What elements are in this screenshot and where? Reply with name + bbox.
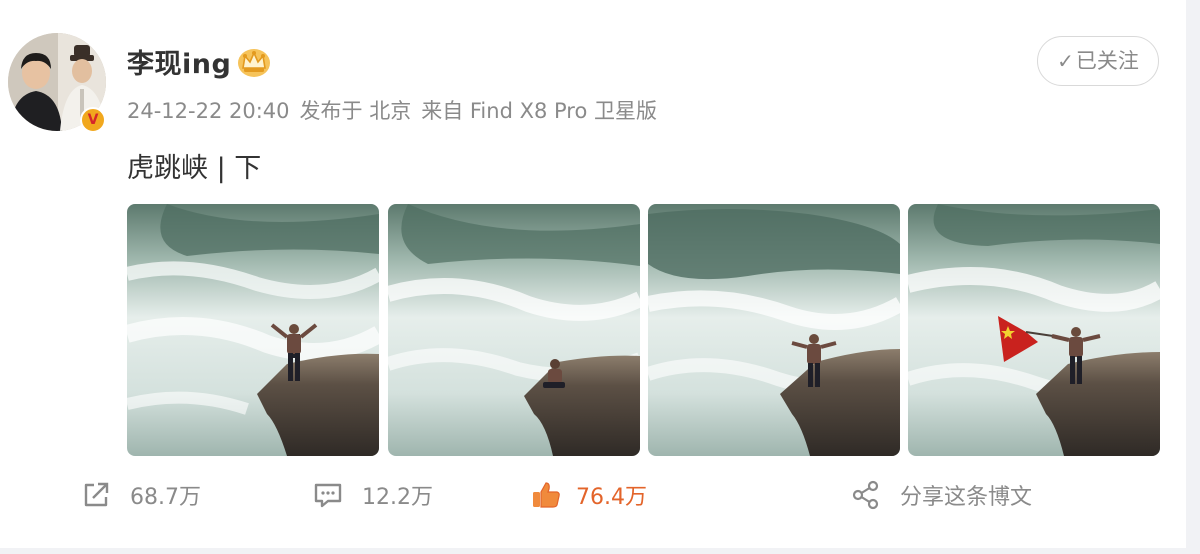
post-photo-3[interactable] [648, 204, 900, 456]
post-timestamp[interactable]: 24-12-22 20:40 [127, 99, 290, 123]
page-bottom-gutter [0, 548, 1200, 554]
share-action[interactable]: 分享这条博文 [850, 475, 1032, 515]
check-icon: ✓ [1057, 49, 1074, 73]
post-location: 发布于 北京 [299, 99, 412, 123]
share-label: 分享这条博文 [900, 485, 1033, 510]
share-icon [852, 480, 879, 510]
forward-count: 68.7万 [130, 485, 201, 510]
forward-action[interactable]: 68.7万 [80, 475, 201, 515]
page-right-gutter [1186, 0, 1200, 554]
like-action[interactable]: 76.4万 [530, 475, 647, 515]
forward-icon [84, 482, 109, 507]
thumbs-up-icon [533, 482, 560, 508]
follow-label: 已关注 [1075, 49, 1139, 73]
post-meta: 24-12-22 20:40 发布于 北京 来自 Find X8 Pro 卫星版 [127, 95, 667, 125]
post-photo-4[interactable] [908, 204, 1160, 456]
post-text: 虎跳峡 | 下 [127, 153, 262, 184]
author-name[interactable]: 李现ing [127, 42, 231, 81]
verified-badge-icon: V [80, 107, 106, 133]
like-count: 76.4万 [576, 485, 647, 510]
post-photo-1[interactable] [127, 204, 379, 456]
post-source: 来自 Find X8 Pro 卫星版 [421, 99, 657, 123]
post-photo-2[interactable] [388, 204, 640, 456]
follow-button[interactable]: ✓已关注 [1037, 36, 1159, 86]
crown-icon [238, 49, 270, 77]
comment-action[interactable]: 12.2万 [312, 475, 433, 515]
comment-count: 12.2万 [362, 485, 433, 510]
comment-icon [314, 483, 342, 508]
